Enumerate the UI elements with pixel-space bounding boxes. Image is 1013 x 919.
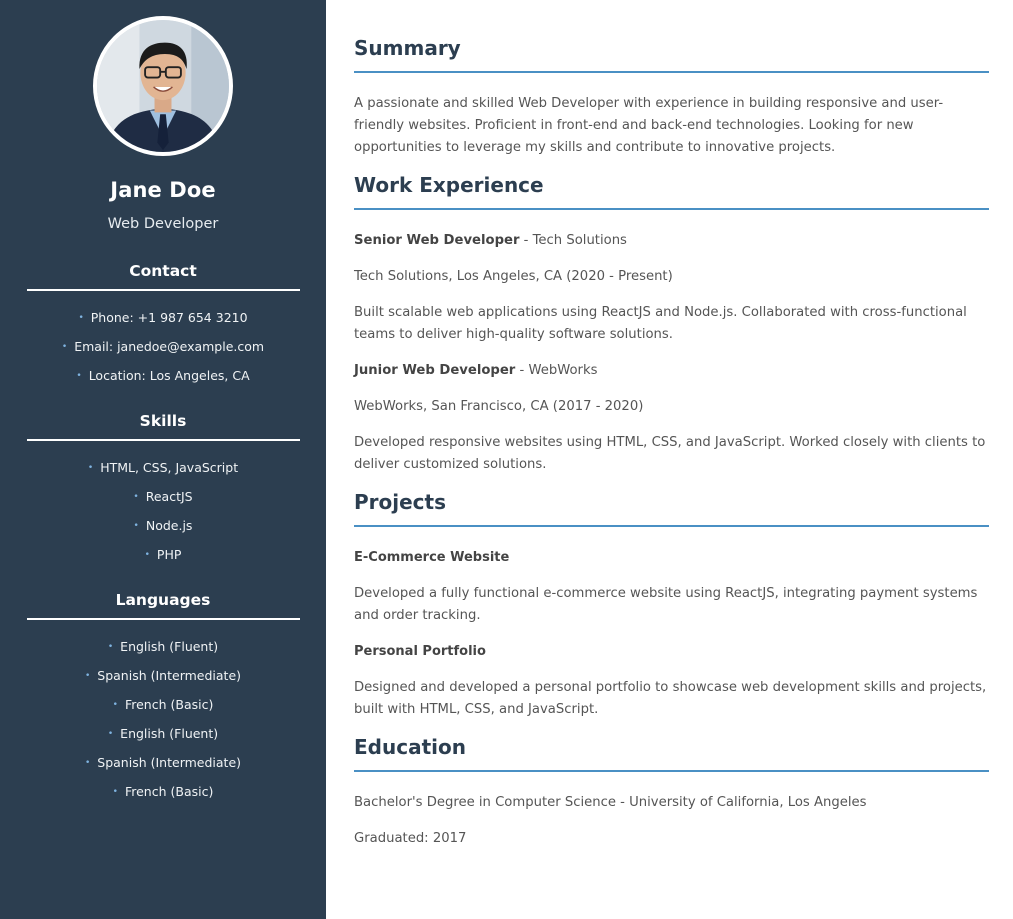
contact-heading: Contact — [26, 262, 300, 291]
contact-section: Contact • Phone: +1 987 654 3210 • Email: … — [26, 262, 300, 390]
job-location: Tech Solutions, Los Angeles, CA (2020 - … — [354, 269, 673, 284]
projects-section: Projects E-Commerce Website Developed a … — [354, 490, 989, 721]
sidebar: Jane Doe Web Developer Contact • Phone: +… — [0, 0, 326, 919]
skill-label: Node.js — [145, 518, 193, 533]
job-title-line: Senior Web Developer - Tech Solutions — [354, 230, 989, 252]
bullet-icon: • — [84, 671, 91, 681]
education-degree: Bachelor's Degree in Computer Science - … — [354, 795, 867, 810]
contact-list: • Phone: +1 987 654 3210 • Email: janedoe@… — [27, 291, 300, 390]
job-description: Developed responsive websites using HTML… — [354, 435, 986, 472]
bullet-icon: • — [112, 700, 118, 710]
skills-section: Skills • HTML, CSS, JavaScript • ReactJS •… — [26, 412, 300, 569]
summary-text: A passionate and skilled Web Developer w… — [354, 96, 944, 155]
avatar — [93, 16, 233, 156]
job-role: Junior Web Developer — [354, 363, 516, 378]
work-heading: Work Experience — [354, 173, 989, 210]
job-company: - WebWorks — [515, 363, 598, 378]
contact-email: Email: janedoe@example.com — [74, 339, 265, 354]
summary-heading: Summary — [354, 36, 989, 73]
projects-heading: Projects — [354, 490, 989, 527]
language-label: Spanish (Intermediate) — [97, 668, 242, 683]
profile-photo-icon — [97, 20, 229, 152]
education-section: Education Bachelor's Degree in Computer … — [354, 735, 989, 850]
bullet-icon: • — [107, 729, 114, 739]
language-label: English (Fluent) — [120, 726, 219, 741]
bullet-icon: • — [84, 758, 91, 768]
list-item: • French (Basic) — [27, 777, 300, 806]
list-item: • English (Fluent) — [27, 632, 300, 661]
list-item: • ReactJS — [27, 482, 300, 511]
work-section: Work Experience Senior Web Developer - T… — [354, 173, 989, 476]
skills-list: • HTML, CSS, JavaScript • ReactJS • Node.js… — [27, 441, 300, 569]
project-name: E-Commerce Website — [354, 550, 510, 565]
project-name: Personal Portfolio — [354, 644, 486, 659]
list-item: • French (Basic) — [27, 690, 300, 719]
languages-section: Languages • English (Fluent) • Spanish (In… — [26, 591, 300, 806]
project-description: Developed a fully functional e-commerce … — [354, 586, 978, 623]
bullet-icon: • — [112, 787, 118, 797]
bullet-icon: • — [61, 342, 68, 352]
education-graduated: Graduated: 2017 — [354, 831, 467, 846]
list-item: • Spanish (Intermediate) — [27, 748, 300, 777]
list-item: • Spanish (Intermediate) — [27, 661, 300, 690]
language-label: English (Fluent) — [120, 639, 219, 654]
main-content: Summary A passionate and skilled Web Dev… — [326, 0, 1013, 919]
project-description: Designed and developed a personal portfo… — [354, 680, 987, 717]
resume-page: Jane Doe Web Developer Contact • Phone: +… — [0, 0, 1013, 919]
skills-heading: Skills — [26, 412, 300, 441]
job-description: Built scalable web applications using Re… — [354, 305, 967, 342]
job-location: WebWorks, San Francisco, CA (2017 - 2020… — [354, 399, 644, 414]
list-item: • Node.js — [27, 511, 300, 540]
skill-label: ReactJS — [145, 489, 193, 504]
bullet-icon: • — [133, 521, 139, 531]
bullet-icon: • — [76, 371, 82, 381]
job-role: Senior Web Developer — [354, 233, 520, 248]
list-item: • English (Fluent) — [27, 719, 300, 748]
bullet-icon: • — [78, 313, 84, 323]
languages-list: • English (Fluent) • Spanish (Intermediate… — [27, 620, 300, 806]
bullet-icon: • — [133, 492, 139, 502]
contact-location: Location: Los Angeles, CA — [88, 368, 250, 383]
profile-title: Web Developer — [107, 216, 219, 232]
bullet-icon: • — [107, 642, 114, 652]
contact-phone: Phone: +1 987 654 3210 — [90, 310, 248, 325]
language-label: French (Basic) — [124, 784, 214, 799]
skill-label: PHP — [156, 547, 182, 562]
list-item: • Email: janedoe@example.com — [27, 332, 300, 361]
bullet-icon: • — [87, 463, 94, 473]
list-item: • HTML, CSS, JavaScript — [27, 453, 300, 482]
bullet-icon: • — [144, 550, 150, 560]
languages-heading: Languages — [26, 591, 300, 620]
profile-name: Jane Doe — [110, 178, 216, 202]
job-title-line: Junior Web Developer - WebWorks — [354, 360, 989, 382]
language-label: French (Basic) — [124, 697, 214, 712]
skill-label: HTML, CSS, JavaScript — [100, 460, 239, 475]
list-item: • Location: Los Angeles, CA — [27, 361, 300, 390]
language-label: Spanish (Intermediate) — [97, 755, 242, 770]
list-item: • PHP — [27, 540, 300, 569]
job-company: - Tech Solutions — [519, 233, 627, 248]
education-heading: Education — [354, 735, 989, 772]
list-item: • Phone: +1 987 654 3210 — [27, 303, 300, 332]
summary-section: Summary A passionate and skilled Web Dev… — [354, 36, 989, 159]
